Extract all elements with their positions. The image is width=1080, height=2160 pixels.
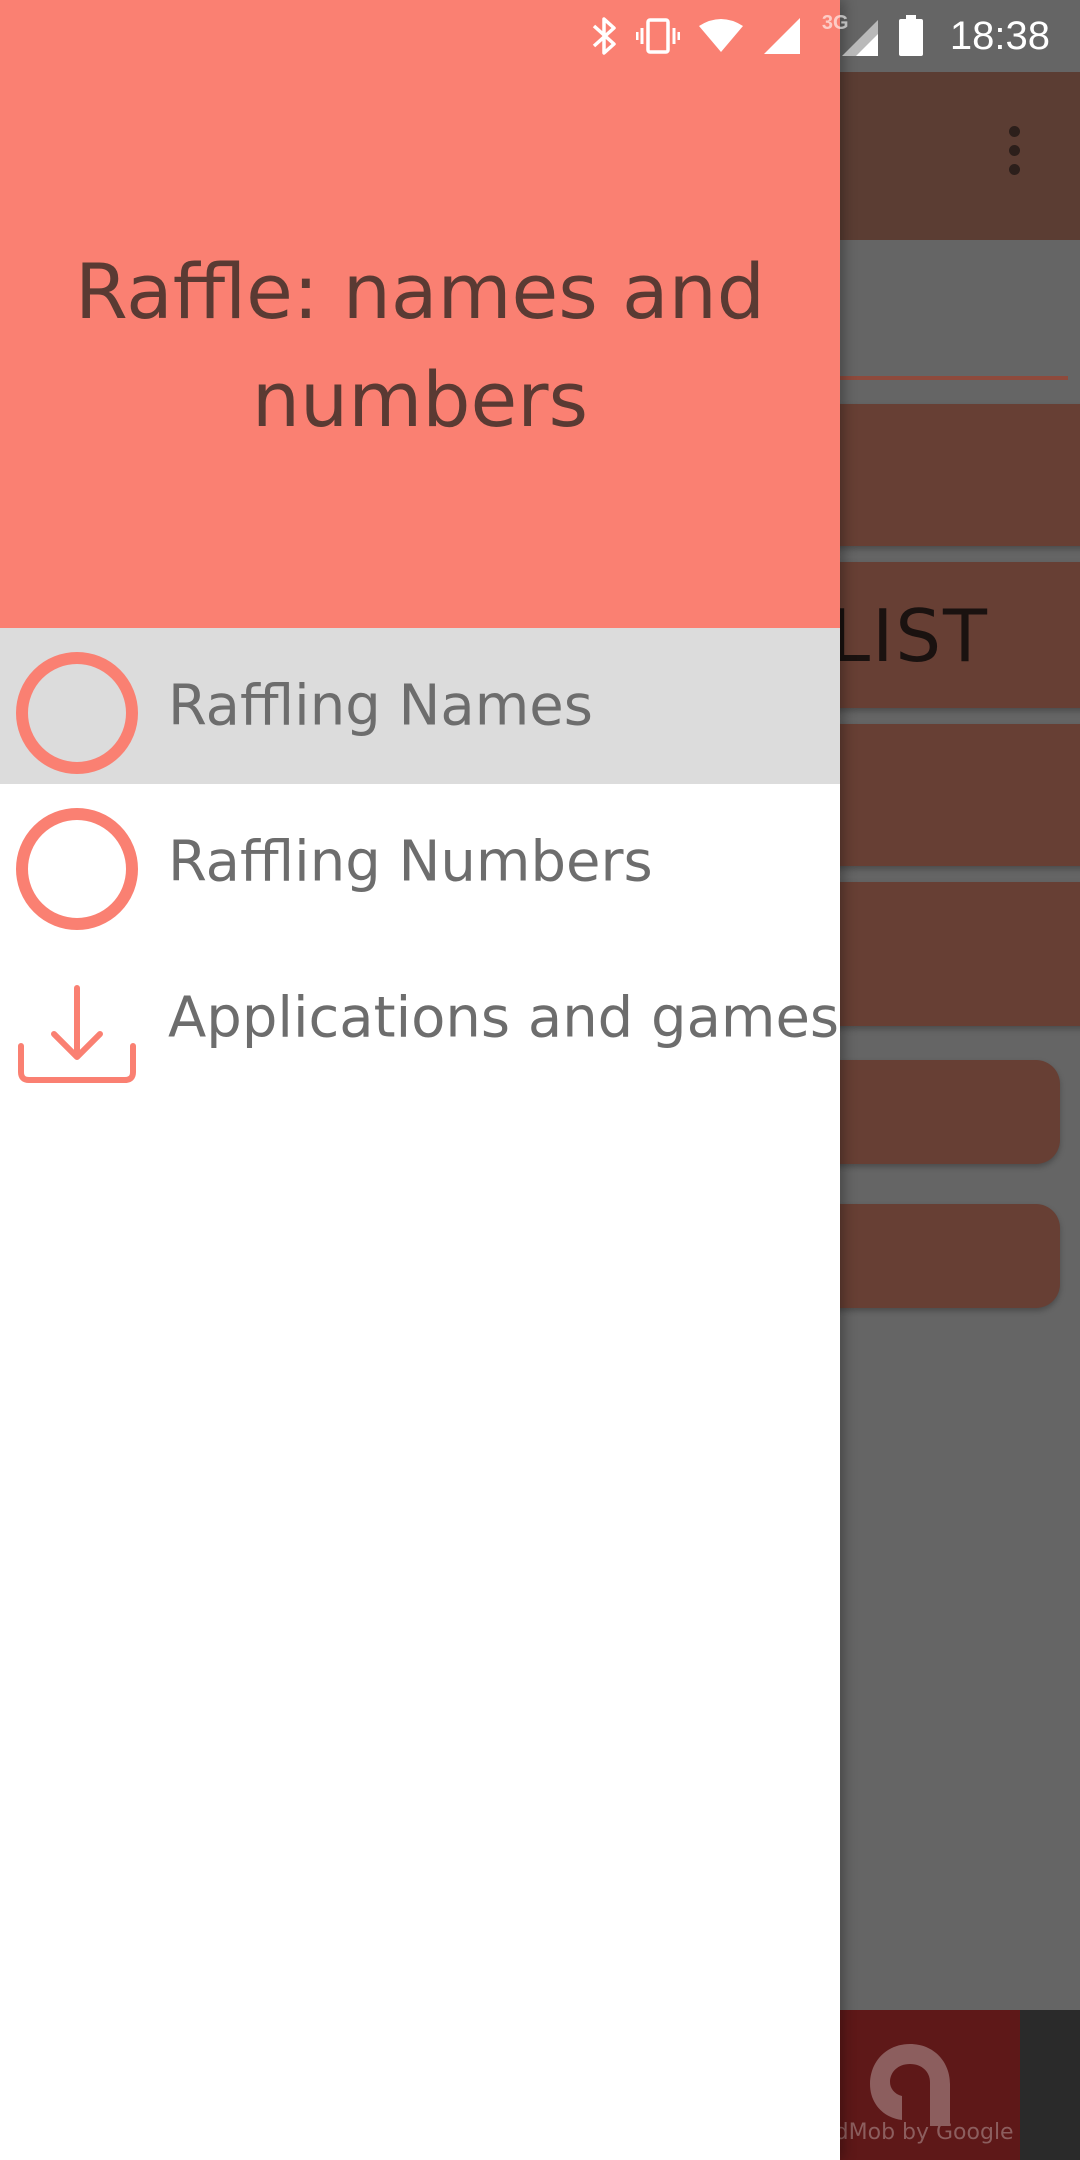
circle-icon: [16, 652, 138, 774]
admob-logo-icon: [870, 2044, 950, 2126]
battery-icon: [898, 15, 923, 56]
menu-item-raffling-names[interactable]: Raffling Names: [0, 628, 840, 784]
menu-item-label: Raffling Names: [168, 673, 593, 739]
list-button-label: LIST: [830, 594, 990, 678]
ad-banner-edge: [1020, 2010, 1080, 2160]
wifi-icon: [698, 19, 743, 52]
drawer-header: Raffle: names and numbers: [0, 0, 840, 628]
vibrate-icon: [635, 18, 680, 54]
menu-item-label: Applications and games: [168, 985, 840, 1051]
download-icon: [18, 985, 136, 1083]
signal-3g-icon: 3G: [820, 12, 880, 58]
bluetooth-icon: [592, 17, 616, 55]
overflow-menu-icon[interactable]: [1000, 126, 1028, 186]
input-underline: [830, 376, 1068, 380]
status-bar: 3G 18:38: [0, 0, 1080, 72]
drawer-title: Raffle: names and numbers: [75, 247, 765, 444]
ad-attribution: AdMob by Google: [820, 2120, 1014, 2145]
signal-icon: [763, 18, 800, 54]
background-button[interactable]: [830, 404, 1080, 546]
background-button[interactable]: [830, 882, 1080, 1026]
status-time: 18:38: [949, 13, 1050, 58]
menu-item-raffling-numbers[interactable]: Raffling Numbers: [0, 784, 840, 940]
menu-item-applications-and-games[interactable]: Applications and games: [0, 940, 840, 1096]
menu-item-label: Raffling Numbers: [168, 829, 653, 895]
background-button[interactable]: [830, 724, 1080, 866]
circle-icon: [16, 808, 138, 930]
navigation-drawer: Raffle: names and numbers Raffling Names…: [0, 0, 840, 2160]
